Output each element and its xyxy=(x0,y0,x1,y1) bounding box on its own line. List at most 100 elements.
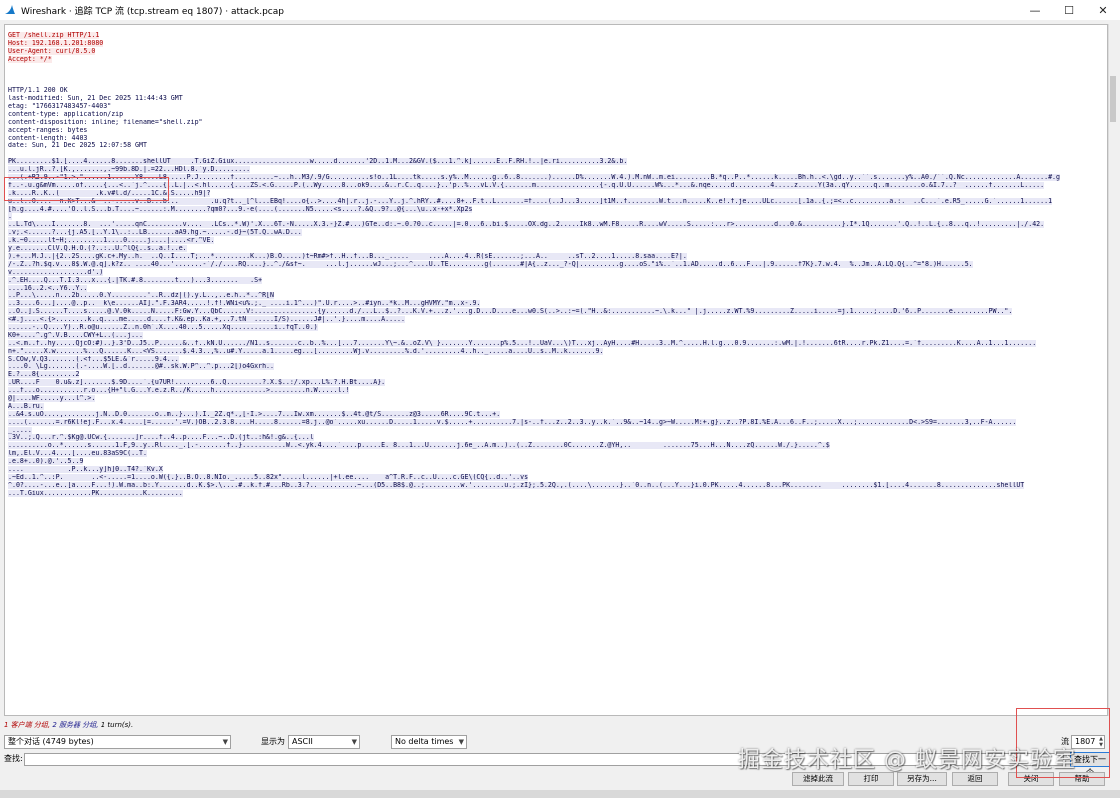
find-input[interactable] xyxy=(24,753,1064,766)
server-body-line: /-.Z..?h.$q.v...8$.W.@.q].k?z.. ....40..… xyxy=(8,260,1107,269)
server-body-line: lm,.El.V...4....[....eu.83aS9C(..T. xyxy=(8,450,1107,458)
server-header-line-text: last-modified: Sun, 21 Dec 2025 11:44:43… xyxy=(8,95,183,103)
server-body-line-text: ......-..Q....Y)..R.o@u......Z..n.0h`.X.… xyxy=(8,323,318,331)
server-header-line-text: HTTP/1.1 200 OK xyxy=(8,87,68,95)
server-body-line-text: ).+...M.J..|{2..2S....gK.c+.My..h. ..Q..… xyxy=(8,252,687,260)
server-header-line-text: content-type: application/zip xyxy=(8,110,124,118)
conversation-select-value: 整个对话 (4749 bytes) xyxy=(8,737,94,746)
server-body-line-text: .v;.<......?...{j.A5.[..Y.1\..:..LB.....… xyxy=(8,229,302,237)
close-button[interactable]: 关闭 xyxy=(1008,772,1054,786)
window-controls: — ☐ ✕ xyxy=(1018,0,1120,20)
delta-times-select[interactable]: No delta times ▼ xyxy=(391,735,467,749)
server-body-line: .^.EH....Q...T.I.3...x...{.|TK.#.8......… xyxy=(8,276,1107,285)
show-as-select-value: ASCII xyxy=(292,737,313,746)
server-header-line: HTTP/1.1 200 OK xyxy=(8,87,1107,95)
server-header-line: content-disposition: inline; filename="s… xyxy=(8,119,1107,127)
client-request-line: Accept: */* xyxy=(8,55,1107,64)
server-body-line-text: ..P...\.....n...2b.....0.Y.........'..R.… xyxy=(8,292,274,300)
spin-arrows-icon[interactable]: ▲ ▼ xyxy=(1099,736,1103,748)
server-body-line-text: @|....WF.....y...l^.>. xyxy=(8,394,96,402)
server-body-line: u..l..0.... n.K>T...& ..-.....v..B...b..… xyxy=(8,197,1107,206)
server-body-line: ).+...M.J..|{2..2S....gK.c+.My..h. ..Q..… xyxy=(8,252,1107,261)
stream-number-spinbox[interactable]: 1807 ▲ ▼ xyxy=(1071,735,1105,749)
server-body-line: ...u.l.jR..?.[K.,.......,.~99b.8D.|.=22.… xyxy=(8,166,1107,174)
minimize-button[interactable]: — xyxy=(1018,0,1052,20)
find-row: 查找: 查找下一个 xyxy=(4,752,1110,777)
server-body-line-text: .~Ed..1.^..:P. ..<-.....=1....o.W({.}..B… xyxy=(8,473,529,481)
stream-controls-row: 整个对话 (4749 bytes) ▼ 显示为 ASCII ▼ No delta… xyxy=(4,734,1110,750)
server-body-line-text: [h.g....4.#....'O..l.S...b.T....~......:… xyxy=(8,205,473,213)
client-request-line-text: User-Agent: curl/8.5.0 xyxy=(8,47,96,55)
server-body-line-text: ...(.+R2.9..-"1.>."......1......Y8....L8… xyxy=(8,174,1060,182)
server-body-line-text: y.e.......ClV.Q.H.O.(?..:..U.^lQ{..s..a.… xyxy=(8,245,187,253)
server-body-line-text: PK.........$1.[....4......8.......shellU… xyxy=(8,158,628,166)
server-body-line-text: f..-.u.g&mVm.....of.....{...<..`j.^....{… xyxy=(8,181,1045,189)
server-body-line: ...(.+R2.9..-"1.>."......1......Y8....L8… xyxy=(8,174,1107,182)
server-body-line-text: u..l..0.... n.K>T...& ..-.....v..B...b..… xyxy=(8,197,1053,205)
server-body-line: ..L.Td\....I.......8. ...'.....qnC......… xyxy=(8,221,1107,229)
server-body-line: .3V..;.Q...r.^.$Kg@.UCw.{.......]r....f.… xyxy=(8,434,1107,442)
client-request-line-text: Host: 192.168.1.201:8080 xyxy=(8,39,104,47)
filter-out-stream-button[interactable]: 滤掉此流 xyxy=(792,772,844,786)
server-body-line-text: K0+....^.g^.V.B....CWY+L..(...j... xyxy=(8,331,143,339)
server-body-line: y.e.......ClV.Q.H.O.(?..:..U.^lQ{..s..a.… xyxy=(8,245,1107,253)
save-as-button[interactable]: 另存为... xyxy=(897,772,947,786)
server-body-line: .e.8+..0).@.'..5..9 xyxy=(8,458,1107,466)
server-body-line: _..... xyxy=(8,426,1107,435)
client-request-line: Host: 192.168.1.201:8080 xyxy=(8,39,1107,48)
server-body-line: .v;.<......?...{j.A5.[..Y.1\..:..LB.....… xyxy=(8,229,1107,237)
server-body-line-text: ...T.Giux............PK...........K.....… xyxy=(8,489,183,497)
server-packets-count: 2 服务器 分组, xyxy=(52,721,99,729)
server-header-line: etag: "1766317483457-4403" xyxy=(8,103,1107,111)
server-body-line: v...................d'.) xyxy=(8,268,1107,277)
server-header-line-text: date: Sun, 21 Dec 2025 12:07:58 GMT xyxy=(8,142,147,150)
print-button[interactable]: 打印 xyxy=(848,772,894,786)
show-as-select[interactable]: ASCII ▼ xyxy=(288,735,360,749)
server-body-line-text: ....(.......=.r6Kl!ej.F...x.4.....[=....… xyxy=(8,418,1017,426)
stream-vertical-scrollbar[interactable] xyxy=(1108,24,1116,716)
server-body-line: ......-..Q....Y)..R.o@u......Z..n.0h`.X.… xyxy=(8,323,1107,332)
server-header-line: last-modified: Sun, 21 Dec 2025 11:44:43… xyxy=(8,95,1107,103)
back-button[interactable]: 返回 xyxy=(952,772,998,786)
chevron-down-icon: ▼ xyxy=(458,738,464,746)
server-body-line: ..P...\.....n...2b.....0.Y.........'..R.… xyxy=(8,292,1107,300)
server-body-line-text: ....0. \Lg.......(.-....W.[..d.......@#.… xyxy=(8,363,274,371)
stream-number-value: 1807 xyxy=(1075,737,1096,746)
server-body-line: A...B.ru. xyxy=(8,402,1107,411)
chevron-down-icon: ▼ xyxy=(351,738,357,746)
client-packets-count: 1 客户端 分组, xyxy=(4,721,51,729)
server-header-line: date: Sun, 21 Dec 2025 12:07:58 GMT xyxy=(8,142,1107,150)
help-button[interactable]: 帮助 xyxy=(1059,772,1105,786)
server-header-line-text: content-disposition: inline; filename="s… xyxy=(8,118,203,126)
server-body-line: ....(.......=.r6Kl!ej.F...x.4.....[=....… xyxy=(8,418,1107,427)
server-body-line: @|....WF.....y...l^.>. xyxy=(8,394,1107,403)
client-request-line-text: Accept: */* xyxy=(8,55,52,63)
turns-count: 1 turn(s). xyxy=(100,721,134,729)
server-body-line-text: _..... xyxy=(8,426,32,434)
server-body-line-text: ..O..].S......T....s.....@.V.0k.....N...… xyxy=(8,308,1013,316)
server-body-line-text: E.?...8{.........2 xyxy=(8,371,80,379)
server-body-line-text: ....16..2.<..Y6..Y.. xyxy=(8,284,88,292)
server-body-line-text: /-.Z..?h.$q.v...8$.W.@.q].k?z.. ....40..… xyxy=(8,260,973,268)
scrollbar-thumb[interactable] xyxy=(1110,76,1116,122)
server-body-line-text: .^.EH....Q...T.I.3...x...{.|TK.#.8......… xyxy=(8,276,263,284)
server-body-line: ..........o..*......s......1.F,9..y..Rl.… xyxy=(8,442,1107,450)
server-body-line: .UR....F 0.u&.z].......$.9D....`.{u7UR!.… xyxy=(8,379,1107,387)
server-body-line-text: S.COw,V.Q3.......(.<f...$5LE.&`r.....9.4… xyxy=(8,355,179,363)
server-body-line: ..&4.s.uO....,........j.N..D.0.......o..… xyxy=(8,410,1107,419)
conversation-select[interactable]: 整个对话 (4749 bytes) ▼ xyxy=(4,735,231,749)
stream-content-area[interactable]: GET /shell.zip HTTP/1.1 Host: 192.168.1.2… xyxy=(4,24,1108,716)
maximize-button[interactable]: ☐ xyxy=(1052,0,1086,20)
server-body-line-text: ..3....6...]....@..p.. k\e......AI].".F.… xyxy=(8,300,481,308)
server-header-line-text: etag: "1766317483457-4403" xyxy=(8,103,112,111)
server-header-line: content-type: application/zip xyxy=(8,111,1107,119)
server-body-line-text: ..........o..*......s......1.F,9..y..Rl.… xyxy=(8,442,830,450)
find-next-button[interactable]: 查找下一个 xyxy=(1070,752,1110,777)
server-body-line: .k....R..K..( .k.v#l.d/.....1C.&.S.....h… xyxy=(8,189,1107,198)
close-window-button[interactable]: ✕ xyxy=(1086,0,1120,20)
server-body-line-text: . xyxy=(8,213,12,221)
server-body-line-text: .... .P..k...y]h]0..T4?.`Kv.X xyxy=(8,465,163,473)
server-body-line: ..<.m..f..hy.....QjcO:#)..}.3'D..J5..P..… xyxy=(8,339,1107,348)
